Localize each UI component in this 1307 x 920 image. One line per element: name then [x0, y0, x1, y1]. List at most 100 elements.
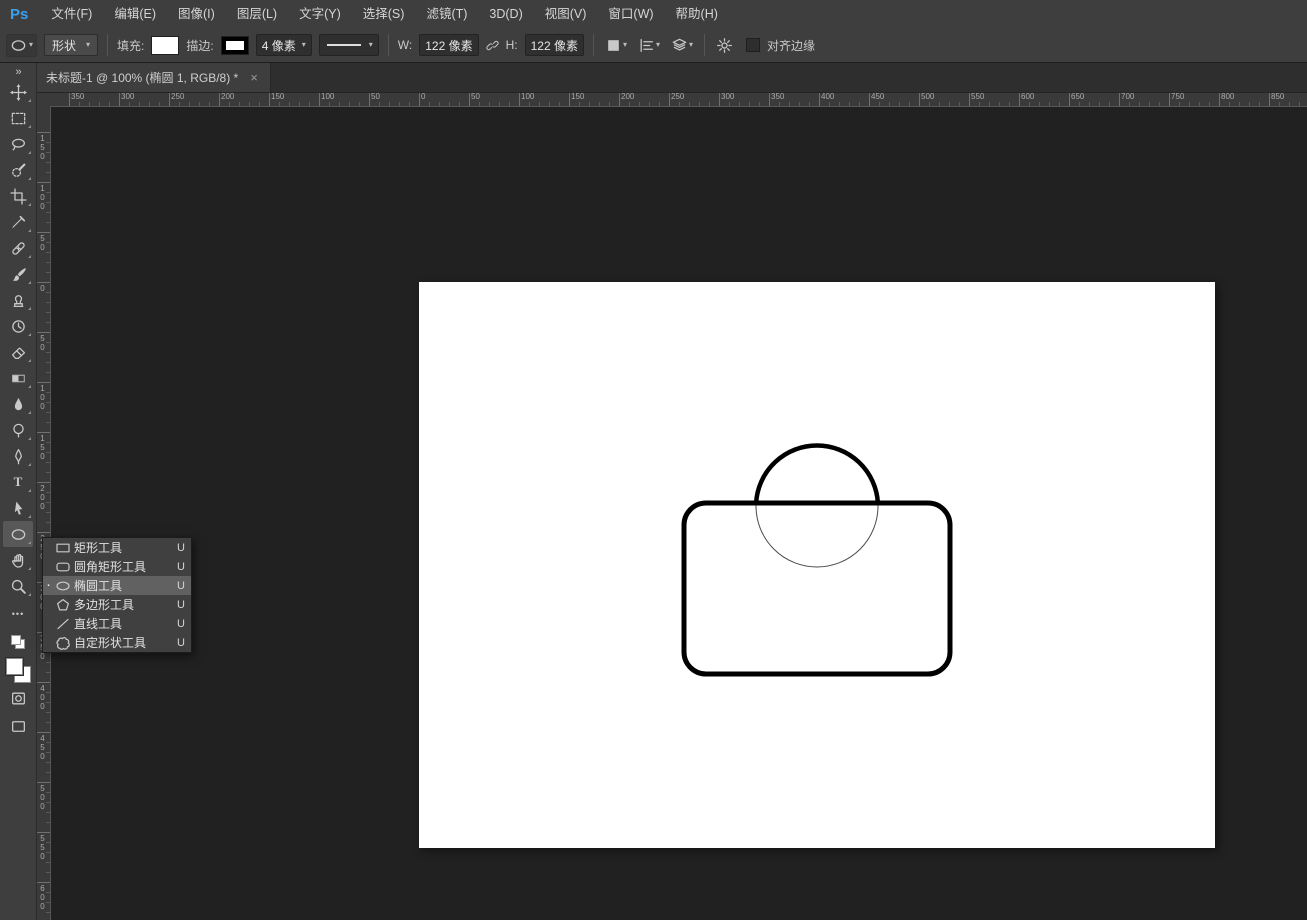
menu-item-help[interactable]: 帮助(H) — [665, 7, 729, 21]
ellipse-shape-tool[interactable] — [3, 521, 33, 547]
menu-item-layer[interactable]: 图层(L) — [226, 7, 288, 21]
type-tool[interactable]: T — [3, 469, 33, 495]
drop-icon — [10, 396, 27, 413]
stroke-label: 描边: — [186, 37, 213, 54]
quick-mask-button[interactable] — [3, 685, 33, 711]
menu-item-file[interactable]: 文件(F) — [40, 7, 103, 21]
blur-tool[interactable] — [3, 391, 33, 417]
width-input[interactable]: 122 像素 — [419, 34, 478, 56]
solid-line-icon — [327, 44, 361, 46]
menu-item-filter[interactable]: 滤镜(T) — [415, 7, 478, 21]
gradient-tool[interactable] — [3, 365, 33, 391]
menu-item-type[interactable]: 文字(Y) — [288, 7, 352, 21]
eraser-tool[interactable] — [3, 339, 33, 365]
path-alignment-button[interactable]: ▾ — [636, 36, 662, 55]
tool-preset-dropdown[interactable]: ▾ — [6, 34, 37, 57]
tool-mode-select[interactable]: 形状 ▾ — [44, 34, 98, 56]
path-selection-tool[interactable] — [3, 495, 33, 521]
caret-down-icon: ▾ — [689, 41, 693, 49]
zoom-icon — [10, 578, 27, 595]
more-tools-button[interactable]: ••• — [3, 601, 33, 627]
caret-down-icon: ▾ — [656, 41, 660, 49]
ruler-label: 100 — [321, 93, 334, 101]
brush-tool[interactable] — [3, 261, 33, 287]
shape-tools-flyout-menu: 矩形工具U圆角矩形工具U▪椭圆工具U多边形工具U直线工具U自定形状工具U — [42, 537, 192, 653]
document-tab-title: 未标题-1 @ 100% (椭圆 1, RGB/8) * — [46, 69, 238, 86]
flyout-item-custom-shape-tool[interactable]: 自定形状工具U — [43, 633, 191, 652]
menu-item-view[interactable]: 视图(V) — [534, 7, 598, 21]
flyout-item-rectangle-tool[interactable]: 矩形工具U — [43, 538, 191, 557]
flyout-item-rounded-rectangle-tool[interactable]: 圆角矩形工具U — [43, 557, 191, 576]
geometry-options-button[interactable] — [714, 36, 735, 55]
ruler-label: 600 — [38, 884, 46, 911]
dodge-tool[interactable] — [3, 417, 33, 443]
foreground-background-swatches[interactable] — [3, 657, 33, 683]
stroke-color-swatch[interactable] — [221, 36, 249, 55]
align-edges-checkbox[interactable] — [746, 38, 760, 52]
clone-stamp-tool[interactable] — [3, 287, 33, 313]
chevrons-icon: » — [15, 66, 20, 78]
stroke-width-field[interactable]: 4 像素 ▾ — [256, 34, 312, 56]
rounded-rectangle-shape — [684, 503, 950, 674]
document-canvas[interactable] — [419, 282, 1215, 848]
flyout-item-label: 自定形状工具 — [74, 634, 174, 651]
path-arrangement-button[interactable]: ▾ — [669, 36, 695, 55]
path-operations-icon — [605, 37, 622, 54]
ruler-label: 200 — [621, 93, 634, 101]
menu-item-window[interactable]: 窗口(W) — [597, 7, 664, 21]
eyedropper-tool[interactable] — [3, 209, 33, 235]
ellipsetool-icon — [10, 526, 27, 543]
menu-item-edit[interactable]: 编辑(E) — [103, 7, 167, 21]
zoom-tool[interactable] — [3, 573, 33, 599]
photoshop-window: Ps 文件(F)编辑(E)图像(I)图层(L)文字(Y)选择(S)滤镜(T)3D… — [0, 0, 1307, 920]
caret-down-icon: ▾ — [623, 41, 627, 49]
quick-selection-tool[interactable] — [3, 157, 33, 183]
flyout-item-label: 多边形工具 — [74, 596, 174, 613]
flyout-item-polygon-tool[interactable]: 多边形工具U — [43, 595, 191, 614]
ellipsis-icon: ••• — [12, 609, 24, 619]
tab-close-button[interactable]: × — [248, 70, 260, 85]
menu-items: 文件(F)编辑(E)图像(I)图层(L)文字(Y)选择(S)滤镜(T)3D(D)… — [40, 0, 729, 28]
rectangular-marquee-tool[interactable] — [3, 105, 33, 131]
move-tool[interactable] — [3, 79, 33, 105]
menu-item-3d[interactable]: 3D(D) — [478, 7, 533, 21]
menu-item-image[interactable]: 图像(I) — [167, 7, 226, 21]
quickselect-icon — [10, 162, 27, 179]
height-input[interactable]: 122 像素 — [525, 34, 584, 56]
fill-color-swatch[interactable] — [151, 36, 179, 55]
menu-item-select[interactable]: 选择(S) — [352, 7, 416, 21]
vertical-ruler[interactable]: 1501005005010015020025030035040045050055… — [36, 106, 51, 920]
crop-tool[interactable] — [3, 183, 33, 209]
flyout-item-line-tool[interactable]: 直线工具U — [43, 614, 191, 633]
options-bar: ▾ 形状 ▾ 填充: 描边: 4 像素 ▾ ▾ W: 122 像素 H: 122… — [0, 28, 1307, 63]
spot-healing-brush-tool[interactable] — [3, 235, 33, 261]
ruler-label: 350 — [71, 93, 84, 101]
hand-tool[interactable] — [3, 547, 33, 573]
swatches-icon — [6, 658, 31, 683]
ruler-label: 550 — [971, 93, 984, 101]
brush-icon — [10, 266, 27, 283]
stroke-width-value: 4 像素 — [262, 37, 296, 54]
document-tab[interactable]: 未标题-1 @ 100% (椭圆 1, RGB/8) * × — [36, 63, 271, 92]
default-colors-icon[interactable] — [3, 629, 33, 655]
flyout-item-label: 椭圆工具 — [74, 577, 174, 594]
height-label: H: — [506, 38, 518, 52]
flyout-item-ellipse-tool[interactable]: ▪椭圆工具U — [43, 576, 191, 595]
stroke-type-select[interactable]: ▾ — [319, 34, 379, 56]
hand-icon — [10, 552, 27, 569]
screen-mode-button[interactable] — [3, 713, 33, 739]
collapse-panels-button[interactable]: » — [3, 64, 33, 79]
width-label: W: — [398, 38, 412, 52]
flyout-item-label: 矩形工具 — [74, 539, 174, 556]
pen-tool[interactable] — [3, 443, 33, 469]
lasso-tool[interactable] — [3, 131, 33, 157]
caret-down-icon: ▾ — [29, 41, 33, 49]
horizontal-ruler[interactable]: 3503002502001501005005010015020025030035… — [50, 92, 1307, 107]
polygon-icon — [55, 597, 71, 613]
caret-down-icon: ▾ — [302, 41, 306, 49]
link-dimensions-icon[interactable] — [486, 39, 499, 52]
path-operations-button[interactable]: ▾ — [603, 36, 629, 55]
flyout-item-shortcut: U — [177, 599, 185, 611]
history-brush-tool[interactable] — [3, 313, 33, 339]
width-value: 122 像素 — [425, 37, 472, 54]
